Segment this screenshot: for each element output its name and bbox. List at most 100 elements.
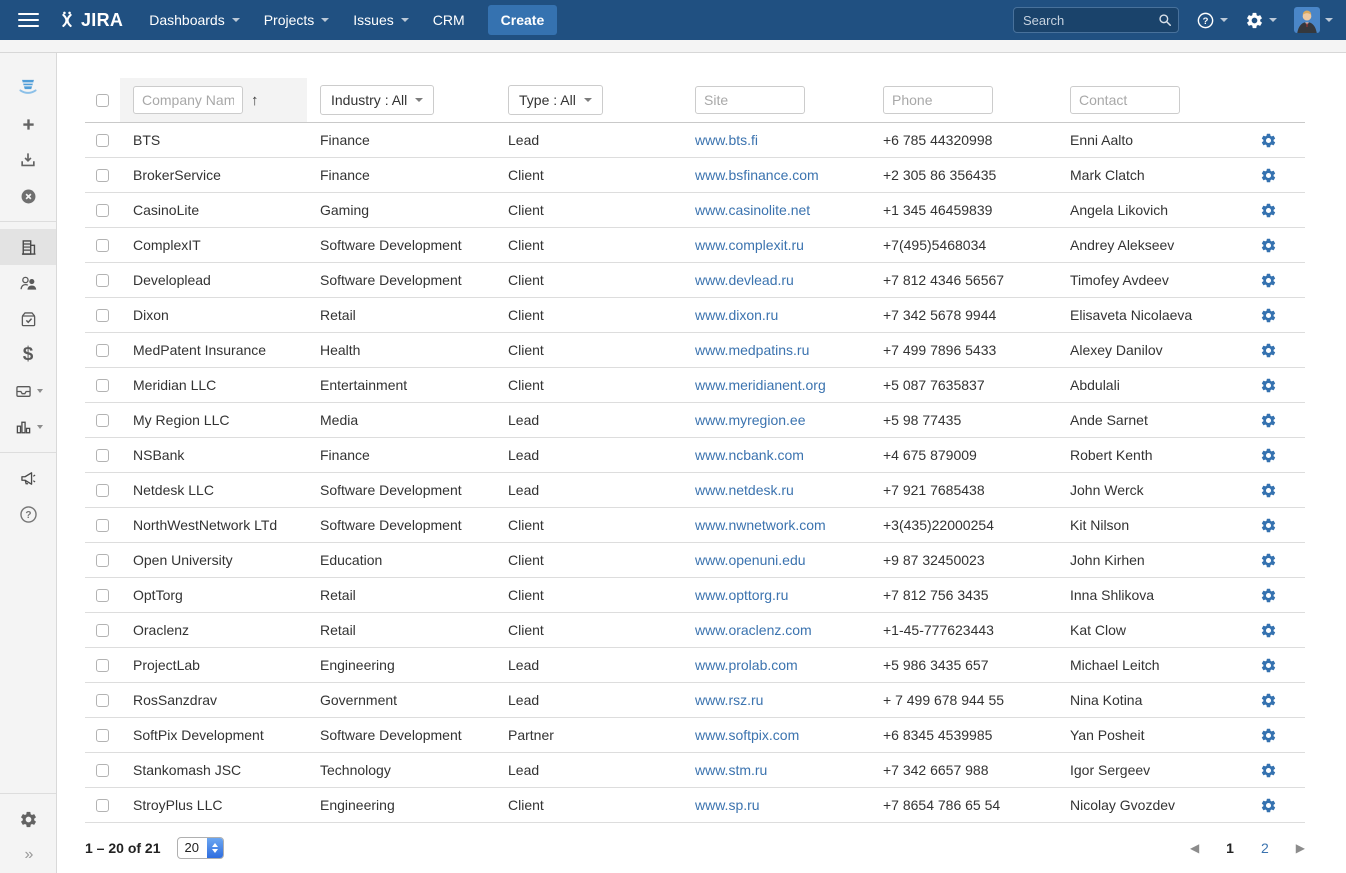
row-actions-gear-button[interactable] (1232, 167, 1305, 184)
sidebar-item-archive-menu[interactable] (0, 373, 56, 409)
row-actions-gear-button[interactable] (1232, 377, 1305, 394)
site-link[interactable]: www.netdesk.ru (695, 482, 794, 498)
jira-logo[interactable]: JIRA (56, 9, 123, 31)
row-checkbox[interactable] (96, 589, 109, 602)
row-actions-gear-button[interactable] (1232, 342, 1305, 359)
row-checkbox[interactable] (96, 729, 109, 742)
row-actions-gear-button[interactable] (1232, 237, 1305, 254)
site-link[interactable]: www.complexit.ru (695, 237, 804, 253)
row-actions-gear-button[interactable] (1232, 447, 1305, 464)
sidebar-item-companies[interactable] (0, 229, 56, 265)
row-checkbox[interactable] (96, 239, 109, 252)
sidebar-item-reports-menu[interactable] (0, 409, 56, 445)
sidebar-item-cancel[interactable] (0, 178, 56, 214)
row-actions-gear-button[interactable] (1232, 762, 1305, 779)
sidebar-item-crm-logo[interactable] (0, 70, 56, 106)
sidebar-item-transactions[interactable]: $ (0, 337, 56, 373)
site-link[interactable]: www.rsz.ru (695, 692, 763, 708)
sidebar-item-help[interactable]: ? (0, 496, 56, 532)
svg-text:?: ? (25, 510, 31, 521)
hamburger-menu-icon[interactable] (18, 13, 39, 27)
row-actions-gear-button[interactable] (1232, 307, 1305, 324)
sort-ascending-icon[interactable]: ↑ (251, 92, 259, 109)
site-link[interactable]: www.dixon.ru (695, 307, 778, 323)
create-button[interactable]: Create (488, 5, 558, 35)
row-actions-gear-button[interactable] (1232, 622, 1305, 639)
admin-settings-menu[interactable] (1245, 11, 1277, 30)
site-link[interactable]: www.ncbank.com (695, 447, 804, 463)
row-checkbox[interactable] (96, 379, 109, 392)
user-profile-menu[interactable] (1294, 7, 1333, 33)
type-filter-dropdown[interactable]: Type : All (508, 85, 603, 115)
site-link[interactable]: www.nwnetwork.com (695, 517, 826, 533)
site-link[interactable]: www.oraclenz.com (695, 622, 812, 638)
row-checkbox[interactable] (96, 624, 109, 637)
site-link[interactable]: www.bts.fi (695, 132, 758, 148)
row-actions-gear-button[interactable] (1232, 202, 1305, 219)
row-checkbox[interactable] (96, 484, 109, 497)
site-link[interactable]: www.bsfinance.com (695, 167, 819, 183)
site-link[interactable]: www.meridianent.org (695, 377, 826, 393)
site-filter-input[interactable] (695, 86, 805, 114)
row-actions-gear-button[interactable] (1232, 692, 1305, 709)
site-link[interactable]: www.sp.ru (695, 797, 760, 813)
sidebar-item-add[interactable] (0, 106, 56, 142)
row-checkbox[interactable] (96, 204, 109, 217)
row-actions-gear-button[interactable] (1232, 517, 1305, 534)
row-checkbox[interactable] (96, 554, 109, 567)
site-link[interactable]: www.prolab.com (695, 657, 798, 673)
site-link[interactable]: www.devlead.ru (695, 272, 794, 288)
row-actions-gear-button[interactable] (1232, 272, 1305, 289)
previous-page-button[interactable]: ◀ (1190, 841, 1199, 855)
help-menu[interactable]: ? (1196, 11, 1228, 30)
contact-filter-input[interactable] (1070, 86, 1180, 114)
phone-cell: +7 921 7685438 (870, 482, 1057, 498)
site-link[interactable]: www.medpatins.ru (695, 342, 809, 358)
page-1-button[interactable]: 1 (1226, 840, 1234, 856)
site-link[interactable]: www.openuni.edu (695, 552, 806, 568)
row-checkbox[interactable] (96, 764, 109, 777)
nav-issues[interactable]: Issues (341, 0, 420, 40)
row-checkbox[interactable] (96, 274, 109, 287)
page-size-select[interactable]: 20 (177, 837, 224, 859)
phone-filter-input[interactable] (883, 86, 993, 114)
row-checkbox[interactable] (96, 309, 109, 322)
sidebar-item-settings[interactable] (0, 801, 56, 837)
sidebar-item-products[interactable] (0, 301, 56, 337)
sidebar-item-expand[interactable]: » (0, 837, 56, 873)
site-link[interactable]: www.opttorg.ru (695, 587, 788, 603)
row-actions-gear-button[interactable] (1232, 482, 1305, 499)
sidebar-item-announcements[interactable] (0, 460, 56, 496)
company-name-filter-input[interactable] (133, 86, 243, 114)
row-actions-gear-button[interactable] (1232, 657, 1305, 674)
select-all-checkbox[interactable] (96, 94, 109, 107)
sidebar-item-import[interactable] (0, 142, 56, 178)
row-checkbox[interactable] (96, 694, 109, 707)
row-checkbox[interactable] (96, 134, 109, 147)
row-checkbox[interactable] (96, 449, 109, 462)
row-checkbox[interactable] (96, 519, 109, 532)
next-page-button[interactable]: ▶ (1296, 841, 1305, 855)
search-input[interactable] (1013, 7, 1179, 33)
industry-filter-dropdown[interactable]: Industry : All (320, 85, 434, 115)
site-link[interactable]: www.casinolite.net (695, 202, 810, 218)
nav-dashboards[interactable]: Dashboards (137, 0, 252, 40)
row-checkbox[interactable] (96, 659, 109, 672)
row-checkbox[interactable] (96, 344, 109, 357)
row-actions-gear-button[interactable] (1232, 552, 1305, 569)
row-checkbox[interactable] (96, 169, 109, 182)
row-actions-gear-button[interactable] (1232, 412, 1305, 429)
row-actions-gear-button[interactable] (1232, 587, 1305, 604)
row-checkbox[interactable] (96, 414, 109, 427)
site-link[interactable]: www.stm.ru (695, 762, 767, 778)
nav-projects[interactable]: Projects (252, 0, 342, 40)
row-actions-gear-button[interactable] (1232, 727, 1305, 744)
page-2-button[interactable]: 2 (1261, 840, 1269, 856)
row-checkbox[interactable] (96, 799, 109, 812)
row-actions-gear-button[interactable] (1232, 132, 1305, 149)
nav-crm[interactable]: CRM (421, 0, 477, 40)
site-link[interactable]: www.myregion.ee (695, 412, 806, 428)
row-actions-gear-button[interactable] (1232, 797, 1305, 814)
sidebar-item-contacts[interactable] (0, 265, 56, 301)
site-link[interactable]: www.softpix.com (695, 727, 799, 743)
